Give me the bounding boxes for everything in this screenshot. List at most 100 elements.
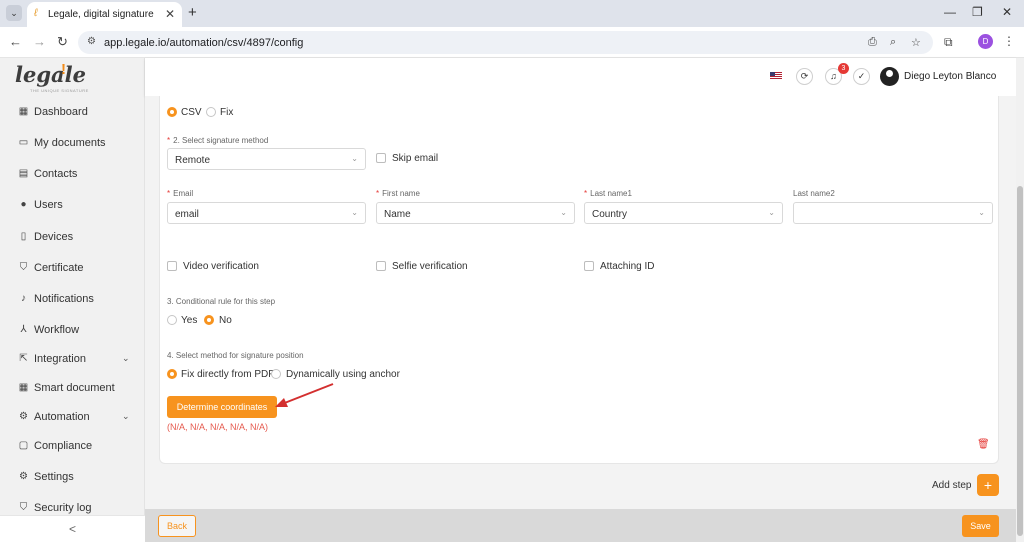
sidebar-item-notifications[interactable]: ♪ Notifications (0, 288, 145, 312)
last-name1-field-label: * Last name1 (584, 189, 632, 198)
save-button[interactable]: Save (962, 515, 999, 537)
dynamic-anchor-radio[interactable] (271, 369, 281, 379)
sidebar-item-compliance[interactable]: ▢ Compliance (0, 435, 145, 459)
sidebar-collapse-button[interactable]: < (0, 515, 145, 542)
sidebar-item-label: Contacts (34, 168, 78, 180)
sidebar-item-label: Notifications (34, 293, 94, 305)
sidebar-item-integration[interactable]: ⇱ Integration ⌄ (0, 348, 145, 372)
annotation-arrow-icon (275, 383, 334, 407)
user-avatar[interactable] (880, 67, 899, 86)
position-method-label: 4. Select method for signature position (167, 351, 304, 360)
logo-tagline: THE UNIQUE SIGNATURE (30, 88, 89, 93)
top-header: ⟳ ♫ 3 ✓ Diego Leyton Blanco (145, 58, 1016, 96)
chevron-down-icon: ⌄ (978, 208, 985, 217)
select-value: Country (592, 209, 628, 220)
selfie-verification-checkbox[interactable] (376, 261, 386, 271)
install-app-icon[interactable]: ⎙ (868, 36, 877, 49)
legale-logo[interactable]: legale (15, 62, 86, 87)
first-name-field-select[interactable]: Name ⌄ (376, 202, 575, 224)
conditional-yes-radio[interactable] (167, 315, 177, 325)
last-name1-field-select[interactable]: Country ⌄ (584, 202, 783, 224)
sidebar-item-label: Users (34, 199, 63, 211)
close-tab-icon[interactable]: ✕ (165, 7, 175, 21)
csv-radio-label: CSV (181, 107, 202, 118)
add-step-label: Add step (932, 480, 972, 491)
logo-mark-icon: ! (61, 61, 66, 78)
sidebar-item-label: Workflow (34, 324, 80, 336)
compliance-icon: ▢ (18, 440, 29, 451)
folder-icon: ▭ (18, 137, 29, 148)
fix-from-pdf-label: Fix directly from PDF (181, 369, 275, 380)
chevron-down-icon: ⌄ (560, 208, 567, 217)
sidebar-item-my-documents[interactable]: ▭ My documents (0, 132, 145, 156)
sidebar-item-label: Integration (34, 353, 86, 365)
sidebar-item-devices[interactable]: ▯ Devices (0, 226, 145, 250)
signature-check-icon[interactable]: ✓ (853, 68, 870, 85)
tab-search-icon[interactable]: ⌄ (6, 5, 22, 21)
profile-avatar[interactable]: D (978, 34, 993, 49)
url-text[interactable]: app.legale.io/automation/csv/4897/config (104, 37, 303, 49)
email-field-select[interactable]: email ⌄ (167, 202, 366, 224)
user-name[interactable]: Diego Leyton Blanco (904, 71, 996, 82)
extensions-icon[interactable]: ⧉ (944, 35, 953, 50)
sidebar-item-smart-document[interactable]: ▦ Smart document (0, 377, 145, 401)
automation-icon: ⚙ (19, 411, 28, 422)
chevron-down-icon: ⌄ (122, 353, 130, 363)
security-log-icon: ⛉ (19, 502, 28, 513)
sidebar-item-label: Settings (34, 471, 74, 483)
minimize-icon[interactable]: — (944, 5, 956, 19)
skip-email-checkbox[interactable] (376, 153, 386, 163)
fix-radio[interactable] (206, 107, 216, 117)
sidebar-item-automation[interactable]: ⚙ Automation ⌄ (0, 406, 145, 430)
delete-step-trash-icon[interactable]: 🗑 (977, 439, 990, 450)
workflow-icon: ⅄ (20, 324, 27, 335)
main-content: CSV Fix * 2. Select signature method Remo… (145, 96, 1016, 509)
browser-tab[interactable]: ℓ Legale, digital signature ✕ (27, 2, 182, 27)
back-button[interactable]: Back (158, 515, 196, 537)
device-icon: ▯ (20, 231, 27, 242)
sidebar-item-label: Security log (34, 502, 92, 514)
determine-coordinates-button[interactable]: Determine coordinates (167, 396, 277, 418)
smart-document-icon: ▦ (18, 382, 29, 393)
select-value: Remote (175, 155, 211, 166)
conditional-no-label: No (219, 315, 232, 326)
conditional-no-radio[interactable] (204, 315, 214, 325)
site-info-icon[interactable]: ⚙ (87, 36, 96, 47)
support-icon[interactable]: ⟳ (796, 68, 813, 85)
signature-method-select[interactable]: Remote ⌄ (167, 148, 366, 170)
sidebar-item-certificate[interactable]: ⛉ Certificate (0, 257, 145, 281)
sidebar-item-dashboard[interactable]: ▦ Dashboard (0, 101, 145, 125)
conditional-rule-label: 3. Conditional rule for this step (167, 297, 276, 306)
attaching-id-checkbox[interactable] (584, 261, 594, 271)
restore-icon[interactable]: ❐ (972, 5, 983, 19)
back-arrow-icon[interactable]: ← (9, 34, 22, 49)
sidebar-item-contacts[interactable]: ▤ Contacts (0, 163, 145, 187)
contacts-icon: ▤ (18, 168, 29, 179)
select-value: email (175, 209, 199, 220)
signature-method-label: * 2. Select signature method (167, 136, 269, 145)
select-value: Name (384, 209, 411, 220)
reload-icon[interactable]: ↻ (57, 34, 68, 50)
scrollbar-thumb[interactable] (1017, 186, 1023, 536)
new-tab-icon[interactable]: + (188, 4, 197, 21)
sidebar-item-settings[interactable]: ⚙ Settings (0, 466, 145, 490)
browser-tab-bar: ⌄ ℓ Legale, digital signature ✕ + — ❐ ✕ (0, 0, 1024, 27)
video-verification-checkbox[interactable] (167, 261, 177, 271)
last-name2-field-select[interactable]: ⌄ (793, 202, 993, 224)
zoom-icon[interactable]: ⌕ (890, 36, 896, 49)
browser-menu-icon[interactable]: ⋮ (1003, 34, 1015, 48)
us-flag-icon[interactable] (770, 72, 782, 80)
add-step-button[interactable]: + (977, 474, 999, 496)
legale-favicon-icon: ℓ (34, 7, 38, 19)
fix-from-pdf-radio[interactable] (167, 369, 177, 379)
forward-arrow-icon[interactable]: → (33, 34, 46, 49)
sidebar-item-workflow[interactable]: ⅄ Workflow (0, 319, 145, 343)
address-bar[interactable]: ⚙ app.legale.io/automation/csv/4897/conf… (78, 31, 933, 54)
bookmark-star-icon[interactable]: ☆ (911, 36, 921, 49)
chevron-down-icon: ⌄ (768, 208, 775, 217)
close-window-icon[interactable]: ✕ (1002, 5, 1012, 19)
sidebar-item-users[interactable]: ● Users (0, 194, 145, 218)
tab-title: Legale, digital signature (48, 9, 154, 20)
csv-radio[interactable] (167, 107, 177, 117)
fix-radio-label: Fix (220, 107, 234, 118)
